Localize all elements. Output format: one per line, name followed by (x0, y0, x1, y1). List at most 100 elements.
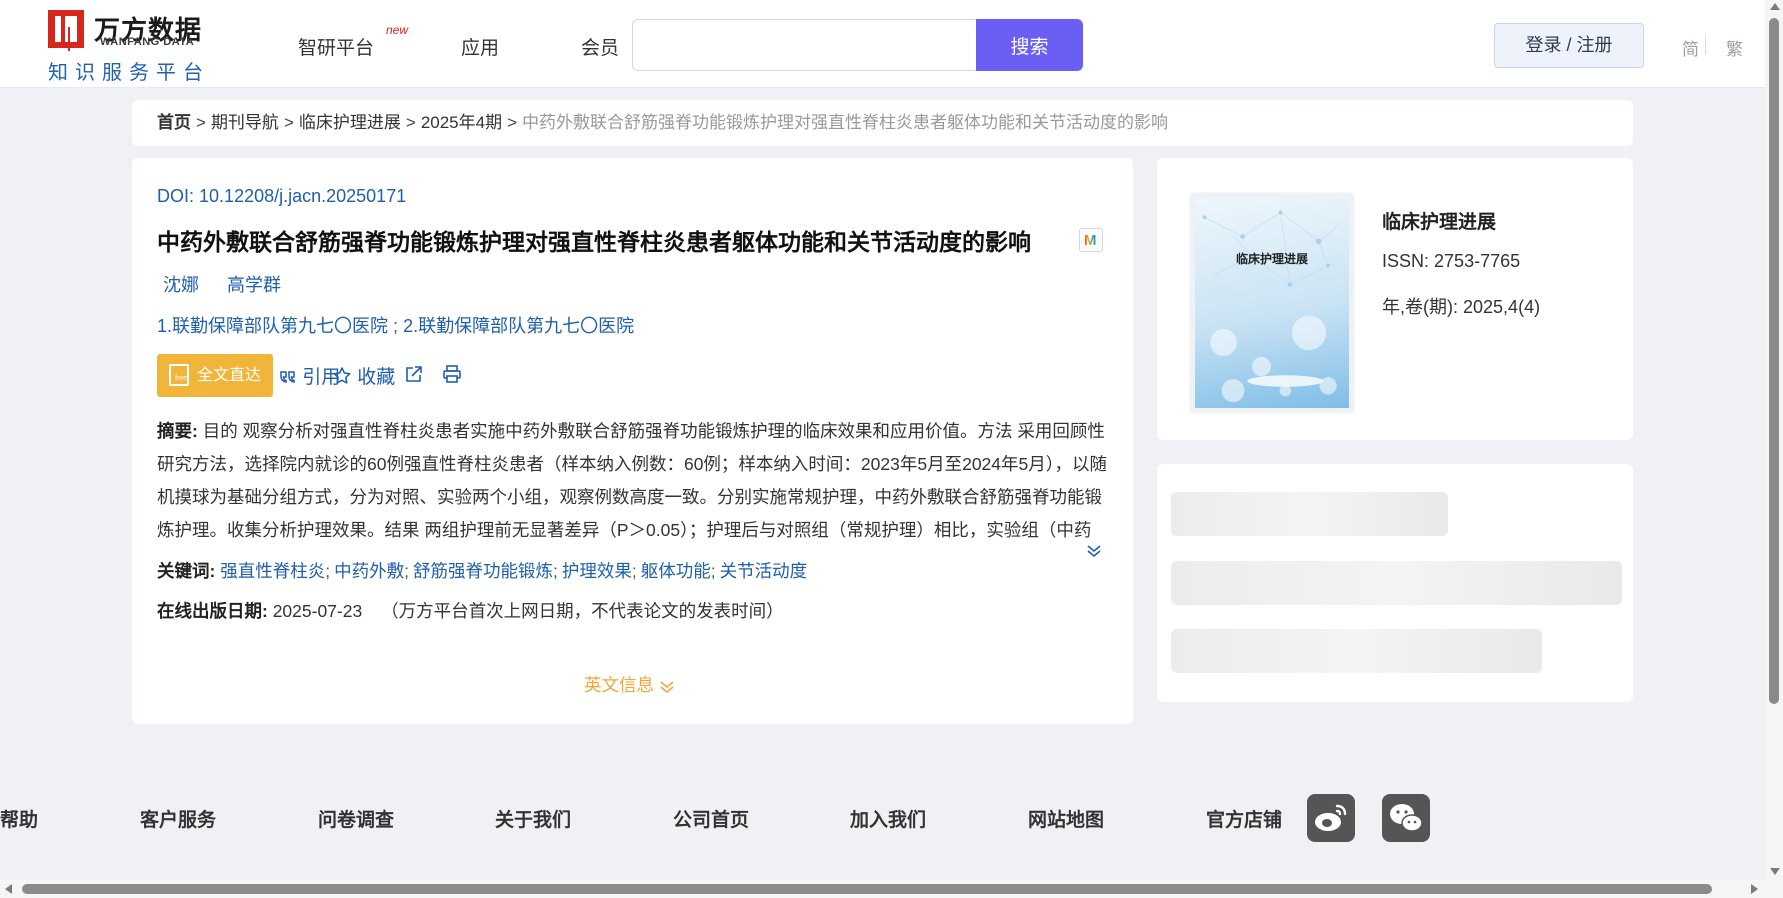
wechat-icon[interactable] (1382, 794, 1430, 842)
pubdate-note: （万方平台首次上网日期，不代表论文的发表时间） (381, 601, 784, 621)
skeleton-line (1171, 629, 1542, 673)
site-header: 万方数据 WANFANG DATA 知识服务平台 智研平台 new 应用 会员 … (0, 0, 1765, 88)
volume-label: 年,卷(期): (1382, 297, 1458, 317)
wanfang-logo[interactable]: 万方数据 WANFANG DATA 知识服务平台 (48, 10, 218, 84)
vertical-scrollbar-thumb[interactable] (1769, 18, 1779, 704)
nav-zhiyan-label: 智研平台 (298, 38, 375, 59)
breadcrumb-separator: > (196, 113, 206, 132)
breadcrumb-issue[interactable]: 2025年4期 (421, 113, 502, 132)
breadcrumb-separator: > (507, 113, 518, 132)
skeleton-line (1171, 561, 1622, 605)
publish-date: 在线出版日期: 2025-07-23 （万方平台首次上网日期，不代表论文的发表时… (157, 598, 784, 623)
author-link[interactable]: 沈娜 (163, 275, 199, 295)
free-document-icon (169, 364, 189, 386)
org-link[interactable]: 1.联勤保障部队第九七〇医院 (157, 316, 388, 336)
weibo-icon[interactable] (1307, 794, 1355, 842)
scroll-right-arrow-icon[interactable] (1751, 884, 1758, 894)
org-link[interactable]: 2.联勤保障部队第九七〇医院 (403, 316, 634, 336)
organization-list: 1.联勤保障部队第九七〇医院 ; 2.联勤保障部队第九七〇医院 (157, 312, 634, 338)
keyword-link[interactable]: 躯体功能 (641, 561, 711, 581)
pubdate-value: 2025-07-23 (272, 601, 363, 621)
keyword-separator: ; (710, 561, 716, 581)
journal-card: 临床护理进展 临床护理进展 ISSN: 2753-7765 年,卷(期): 20… (1157, 158, 1633, 440)
keyword-link[interactable]: 关节活动度 (720, 561, 808, 581)
english-info-toggle[interactable]: 英文信息 (584, 672, 675, 697)
breadcrumb-home[interactable]: 首页 (157, 113, 191, 132)
issn-value: 2753-7765 (1434, 251, 1521, 271)
footer-about[interactable]: 关于我们 (495, 805, 571, 832)
search-input[interactable] (632, 19, 977, 71)
breadcrumb-separator: > (283, 113, 294, 132)
horizontal-scrollbar-thumb[interactable] (22, 884, 1712, 894)
footer-company-home[interactable]: 公司首页 (673, 805, 749, 832)
keyword-separator: ; (552, 561, 558, 581)
nav-zhiyan[interactable]: 智研平台 new (298, 23, 408, 60)
author-link[interactable]: 高学群 (227, 275, 281, 295)
footer-customer-service[interactable]: 客户服务 (140, 805, 216, 832)
chevron-down-icon (660, 681, 674, 694)
keyword-link[interactable]: 强直性脊柱炎 (220, 561, 325, 581)
keyword-link[interactable]: 舒筋强脊功能锻炼 (413, 561, 553, 581)
collect-label: 收藏 (357, 367, 396, 388)
logo-subtitle: 知识服务平台 (48, 62, 210, 84)
collect-button[interactable]: 收藏 (332, 362, 395, 389)
logo-name-en: WANFANG DATA (100, 36, 195, 48)
cover-title: 临床护理进展 (1235, 252, 1308, 266)
breadcrumb-separator: > (405, 113, 416, 132)
skeleton-line (1171, 492, 1448, 536)
breadcrumb-journal-nav[interactable]: 期刊导航 (211, 113, 279, 132)
fulltext-label: 全文直达 (197, 367, 262, 384)
footer-join-us[interactable]: 加入我们 (850, 805, 926, 832)
lang-simplified[interactable]: 简 (1682, 35, 1699, 60)
breadcrumb-journal[interactable]: 临床护理进展 (299, 113, 401, 132)
nav-apps[interactable]: 应用 (461, 33, 499, 60)
expand-abstract-icon[interactable] (1086, 544, 1102, 558)
article-title: 中药外敷联合舒筋强脊功能锻炼护理对强直性脊柱炎患者躯体功能和关节活动度的影响 (157, 229, 1031, 255)
scroll-up-arrow-icon[interactable] (1770, 3, 1780, 10)
doi-label: DOI: (157, 186, 195, 206)
abstract: 摘要: 目的 观察分析对强直性脊柱炎患者实施中药外敷联合舒筋强脊功能锻炼护理的临… (157, 415, 1107, 547)
abstract-label: 摘要: (157, 421, 198, 441)
footer-sitemap[interactable]: 网站地图 (1028, 805, 1104, 832)
journal-issn: ISSN: 2753-7765 (1382, 251, 1520, 272)
login-register-button[interactable]: 登录 / 注册 (1494, 23, 1644, 68)
loading-card (1157, 464, 1633, 702)
volume-value: 2025,4(4) (1463, 297, 1541, 317)
print-icon[interactable] (442, 364, 462, 384)
share-icon[interactable] (404, 364, 424, 384)
keyword-separator: ; (631, 561, 637, 581)
keyword-separator: ; (404, 561, 409, 581)
keyword-separator: ; (325, 561, 331, 581)
journal-cover[interactable]: 临床护理进展 (1191, 194, 1353, 412)
author-list: 沈娜 高学群 (163, 271, 309, 297)
pubdate-label: 在线出版日期: (157, 601, 268, 621)
journal-volume: 年,卷(期): 2025,4(4) (1382, 293, 1540, 319)
footer-official-store[interactable]: 官方店铺 (1206, 805, 1282, 832)
org-separator: ; (393, 316, 399, 336)
footer-help[interactable]: 帮助 (0, 805, 38, 832)
lang-traditional[interactable]: 繁 (1726, 35, 1743, 60)
abstract-text: 目的 观察分析对强直性脊柱炎患者实施中药外敷联合舒筋强脊功能锻炼护理的临床效果和… (157, 421, 1107, 540)
keywords: 关键词: 强直性脊柱炎; 中药外敷; 舒筋强脊功能锻炼; 护理效果; 躯体功能; 关节活动… (157, 558, 807, 583)
quote-icon (280, 371, 295, 383)
keyword-link[interactable]: 护理效果 (562, 561, 632, 581)
new-badge: new (386, 23, 409, 37)
english-info-label: 英文信息 (584, 675, 654, 695)
search-button[interactable]: 搜索 (976, 19, 1083, 71)
nav-member[interactable]: 会员 (581, 33, 619, 60)
breadcrumb-current: 中药外敷联合舒筋强脊功能锻炼护理对强直性脊柱炎患者躯体功能和关节活动度的影响 (522, 113, 1169, 132)
footer-survey[interactable]: 问卷调查 (318, 805, 394, 832)
logo-mark-icon (48, 10, 84, 48)
article-card: DOI: 10.12208/j.jacn.20250171 中药外敷联合舒筋强脊… (132, 158, 1133, 724)
doi-link[interactable]: 10.12208/j.jacn.20250171 (199, 186, 406, 206)
keywords-label: 关键词: (157, 561, 216, 581)
journal-name[interactable]: 临床护理进展 (1382, 207, 1496, 234)
doi-line: DOI: 10.12208/j.jacn.20250171 (157, 186, 406, 207)
m-icon[interactable]: M (1079, 228, 1103, 252)
star-icon (333, 367, 351, 384)
keyword-link[interactable]: 中药外敷 (334, 561, 404, 581)
fulltext-button[interactable]: 全文直达 (157, 354, 273, 397)
scroll-down-arrow-icon[interactable] (1770, 868, 1780, 875)
lang-divider (1705, 36, 1706, 55)
scroll-left-arrow-icon[interactable] (5, 884, 12, 894)
